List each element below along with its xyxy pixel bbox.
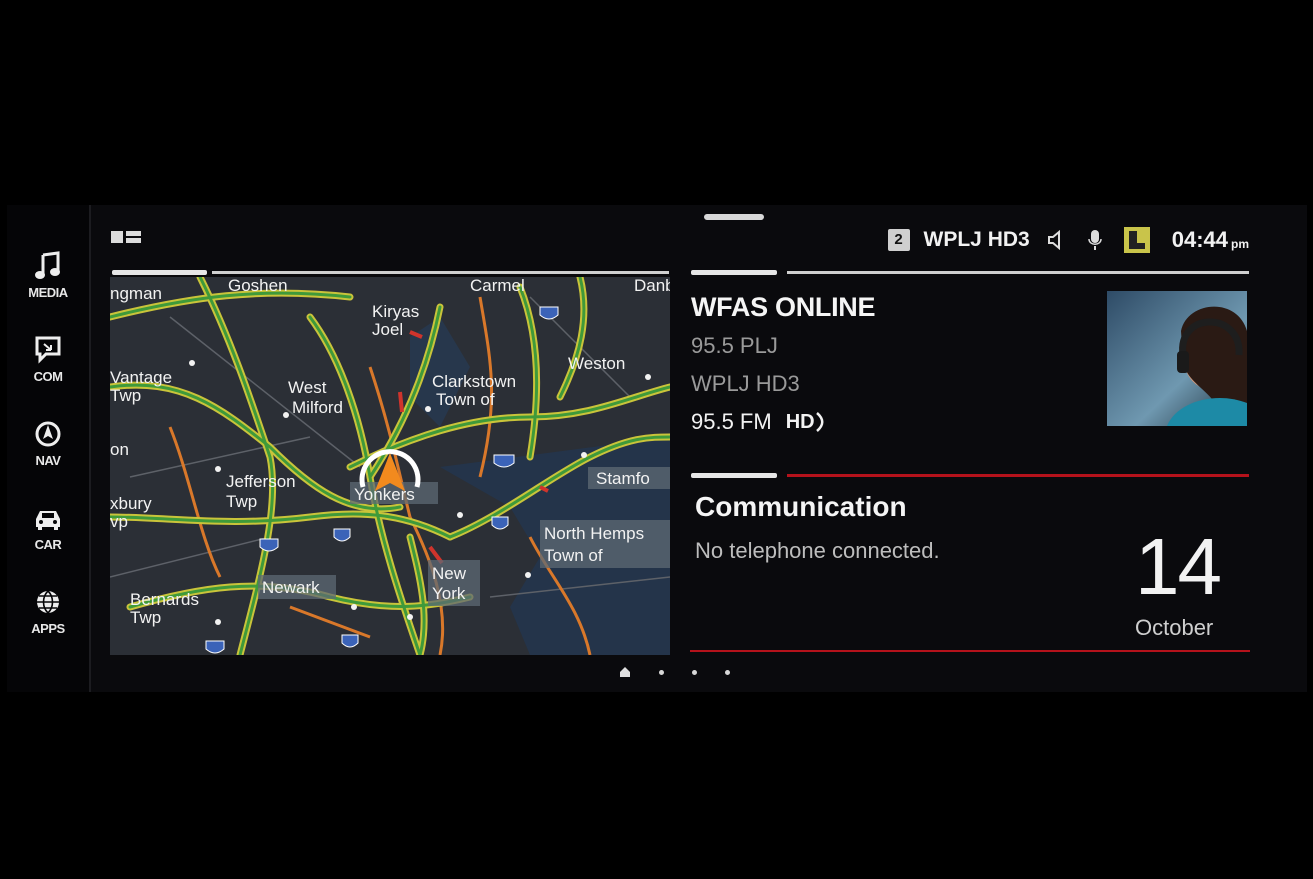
- sidebar: MEDIA COM NAV CAR APPS: [7, 205, 91, 692]
- map-tab-line: [212, 271, 669, 274]
- map-label: xbury: [110, 494, 152, 513]
- communication-icon: [33, 333, 63, 367]
- media-tab-line: [787, 271, 1249, 274]
- map-label: Newark: [262, 578, 320, 597]
- map-label: Carmel: [470, 277, 525, 295]
- music-note-icon: [33, 249, 63, 283]
- album-art[interactable]: [1107, 291, 1247, 426]
- map-graphics: ngman Goshen Carmel Danb Kiryas Joel Van…: [110, 277, 670, 655]
- navigation-icon: [33, 417, 63, 451]
- map-label: Town of: [436, 390, 495, 409]
- comm-tab-line: [787, 474, 1249, 477]
- communication-message: No telephone connected.: [695, 538, 940, 563]
- map-label: Stamfo: [596, 469, 650, 488]
- media-frequency: 95.5 FM: [691, 409, 772, 434]
- microphone-icon[interactable]: [1087, 229, 1102, 251]
- sidebar-item-com[interactable]: COM: [7, 333, 89, 413]
- map-label: Weston: [568, 354, 625, 373]
- sidebar-item-label: MEDIA: [28, 285, 68, 300]
- map-label: Town of: [544, 546, 603, 565]
- sidebar-item-label: APPS: [31, 621, 65, 636]
- communication-title[interactable]: Communication: [695, 491, 907, 523]
- globe-icon: [33, 585, 63, 619]
- profile-avatar-icon[interactable]: [1123, 227, 1150, 253]
- sidebar-item-label: COM: [33, 369, 63, 384]
- preset-badge: 2: [887, 229, 910, 251]
- date-day: 14: [1135, 522, 1222, 611]
- sidebar-item-car[interactable]: CAR: [7, 501, 89, 581]
- map-label: on: [110, 440, 129, 459]
- status-bar: 2 WPLJ HD3 04:44 pm: [887, 223, 1249, 257]
- car-icon: [33, 501, 63, 535]
- map-label: Milford: [292, 398, 343, 417]
- map-label: Kiryas: [372, 302, 419, 321]
- sidebar-item-nav[interactable]: NAV: [7, 417, 89, 497]
- sidebar-item-label: NAV: [35, 453, 61, 468]
- map-label: ngman: [110, 284, 162, 303]
- map-label: York: [432, 584, 466, 603]
- map-label: New: [432, 564, 467, 583]
- status-station: WPLJ HD3: [923, 228, 1030, 251]
- page-dot[interactable]: [659, 670, 664, 675]
- idrive-screen: MEDIA COM NAV CAR APPS 2 WPLJ HD3 04:44 …: [7, 205, 1307, 692]
- home-page-icon[interactable]: [619, 663, 631, 682]
- comm-tab-indicator: [691, 473, 777, 478]
- media-station-title[interactable]: WFAS ONLINE: [691, 292, 876, 323]
- map-label: Jefferson: [226, 472, 296, 491]
- media-line-2: WPLJ HD3: [691, 371, 800, 396]
- map-label: North Hemps: [544, 524, 644, 543]
- map-label: Twp: [226, 492, 257, 511]
- hd-radio-icon: HD: [786, 411, 825, 434]
- page-dot[interactable]: [725, 670, 730, 675]
- map-tab-indicator: [112, 270, 207, 275]
- media-line-1: 95.5 PLJ: [691, 333, 778, 358]
- media-tab-indicator: [691, 270, 777, 275]
- clock: 04:44: [1171, 227, 1228, 252]
- map-label: Twp: [110, 386, 141, 405]
- map-label: Danb: [634, 277, 670, 295]
- map-label: Clarkstown: [432, 372, 516, 391]
- map-label: Goshen: [228, 277, 288, 295]
- pull-down-handle[interactable]: [704, 214, 764, 220]
- sidebar-item-media[interactable]: MEDIA: [7, 249, 89, 329]
- media-frequency-row: 95.5 FM HD: [691, 409, 825, 435]
- page-dot[interactable]: [692, 670, 697, 675]
- layout-toggle-icon[interactable]: [111, 229, 141, 249]
- map-label: Yonkers: [354, 485, 415, 504]
- map-label: Twp: [130, 608, 161, 627]
- map-label: Vantage: [110, 368, 172, 387]
- map-label: West: [288, 378, 327, 397]
- clock-ampm: pm: [1231, 237, 1249, 251]
- comm-bottom-line: [690, 650, 1250, 652]
- date-month: October: [1135, 615, 1214, 640]
- navigation-map[interactable]: ngman Goshen Carmel Danb Kiryas Joel Van…: [110, 277, 670, 655]
- map-label: vp: [110, 512, 128, 531]
- map-label: Bernards: [130, 590, 199, 609]
- sidebar-item-label: CAR: [34, 537, 62, 552]
- map-label: Joel: [372, 320, 403, 339]
- page-indicator[interactable]: [619, 663, 730, 682]
- volume-icon[interactable]: [1046, 230, 1066, 250]
- sidebar-item-apps[interactable]: APPS: [7, 585, 89, 665]
